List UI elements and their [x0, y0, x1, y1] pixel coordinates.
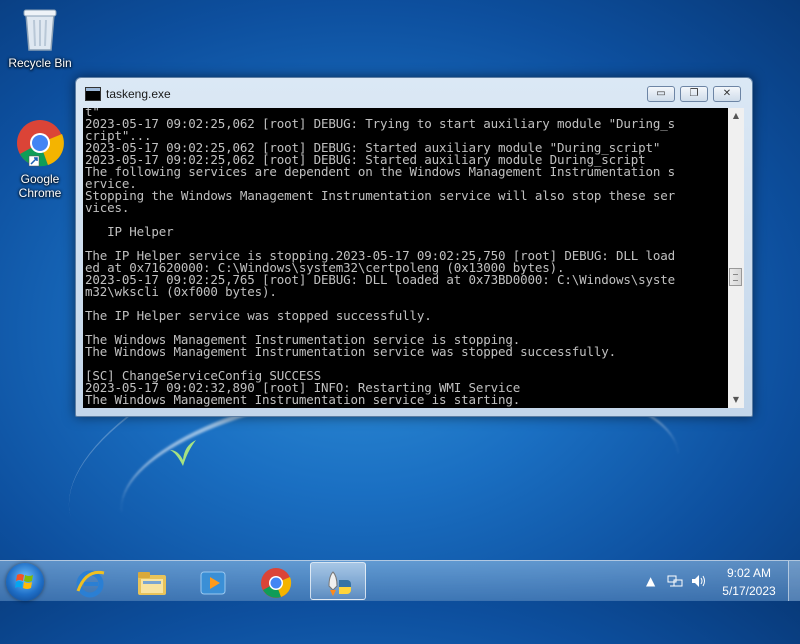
console-line: Stopping the Windows Management Instrume… — [85, 188, 676, 203]
console-line: vices. — [85, 200, 130, 215]
maximize-button[interactable]: ❐ — [680, 86, 708, 102]
taskbar-media-player[interactable] — [186, 562, 242, 600]
recycle-bin-icon — [23, 9, 57, 51]
desktop-icon-label: Recycle Bin — [8, 56, 72, 70]
chrome-icon — [17, 120, 64, 167]
console-line: The following services are dependent on … — [85, 164, 676, 179]
network-icon[interactable] — [667, 573, 683, 589]
taskbar-taskeng[interactable] — [310, 562, 366, 600]
close-button[interactable]: ✕ — [713, 86, 741, 102]
start-button[interactable] — [6, 563, 44, 601]
console-line: IP Helper — [85, 224, 174, 239]
console-line: The IP Helper service was stopped succes… — [85, 308, 432, 323]
internet-explorer-icon — [76, 570, 105, 598]
windows-logo-icon — [15, 574, 33, 589]
clock-time[interactable]: 9:02 AM — [709, 566, 789, 580]
desktop-icon-label: Google Chrome — [18, 172, 62, 200]
scroll-down-arrow-icon[interactable]: ▼ — [728, 392, 744, 408]
taskbar-chrome[interactable] — [248, 562, 304, 600]
window-titlebar[interactable]: taskeng.exe ▭ ❐ ✕ — [76, 78, 752, 108]
console-window[interactable]: taskeng.exe ▭ ❐ ✕ t" 2023-05-17 09:02:25,… — [75, 77, 753, 417]
console-app-icon — [85, 87, 101, 101]
vertical-scrollbar[interactable]: ▲ ▼ — [728, 108, 744, 408]
taskbar-internet-explorer[interactable] — [62, 562, 118, 600]
show-desktop-button[interactable] — [788, 561, 800, 601]
desktop-icon-google-chrome[interactable]: Google Chrome — [2, 118, 78, 200]
scroll-thumb[interactable] — [729, 268, 742, 286]
wallpaper-leaf — [170, 440, 196, 466]
console-line: The Windows Management Instrumentation s… — [85, 344, 617, 359]
desktop-icon-recycle-bin[interactable]: Recycle Bin — [2, 6, 78, 70]
python-rocket-icon — [328, 571, 351, 596]
clock-date[interactable]: 5/17/2023 — [709, 584, 789, 598]
chrome-icon — [261, 568, 292, 598]
show-hidden-icons-icon[interactable]: ▲ — [646, 574, 655, 588]
minimize-button[interactable]: ▭ — [647, 86, 675, 102]
media-player-icon — [200, 571, 226, 595]
folder-icon — [138, 572, 166, 595]
taskbar: ▲ 9:02 AM 5/17/2023 — [0, 560, 800, 601]
console-line: The Windows Management Instrumentation s… — [85, 392, 521, 407]
volume-icon[interactable] — [690, 573, 706, 589]
console-line: m32\wkscli (0xf000 bytes). — [85, 284, 277, 299]
window-title: taskeng.exe — [106, 87, 171, 101]
console-text: t" 2023-05-17 09:02:25,062 [root] DEBUG: … — [85, 108, 675, 406]
scroll-up-arrow-icon[interactable]: ▲ — [728, 108, 744, 124]
console-output-area[interactable]: t" 2023-05-17 09:02:25,062 [root] DEBUG: … — [83, 108, 728, 408]
taskbar-file-explorer[interactable] — [124, 562, 180, 600]
console-line: 2023-05-17 09:02:25,062 [root] DEBUG: Tr… — [85, 116, 676, 131]
